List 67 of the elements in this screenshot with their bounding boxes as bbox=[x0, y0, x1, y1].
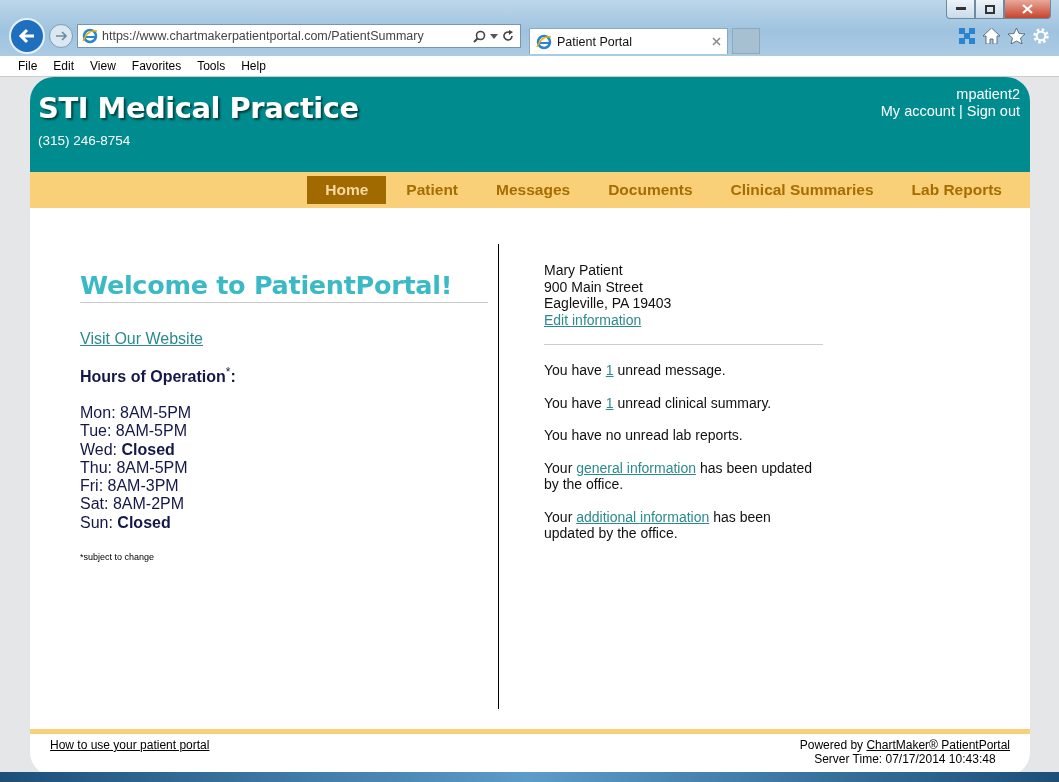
menu-item[interactable]: Help bbox=[233, 59, 274, 73]
search-icon[interactable] bbox=[473, 29, 486, 43]
hours-line: Thu: 8AM-5PM bbox=[80, 458, 189, 478]
sign-out-link[interactable]: Sign out bbox=[966, 103, 1020, 119]
nav-tab[interactable]: Clinical Summaries bbox=[712, 176, 892, 204]
nav-tab[interactable]: Lab Reports bbox=[893, 176, 1020, 204]
account-link[interactable]: My account bbox=[880, 103, 955, 119]
street-address: 900 Main Street bbox=[544, 278, 644, 295]
tab-title: Patient Portal bbox=[557, 34, 634, 49]
practice-name: STI Medical Practice bbox=[38, 91, 359, 125]
notice-link[interactable]: additional information bbox=[576, 508, 710, 525]
hours-heading: Hours of Operation$^{*}$: bbox=[80, 368, 237, 386]
star-icon[interactable] bbox=[1008, 28, 1025, 44]
maximize-button[interactable] bbox=[975, 0, 1004, 19]
menu-item[interactable]: Edit bbox=[45, 59, 83, 73]
minimize-button[interactable] bbox=[946, 0, 975, 19]
notice-link[interactable]: 1 bbox=[605, 362, 614, 378]
menu-item[interactable]: Favorites bbox=[123, 59, 190, 73]
notice-text: You have no unread lab reports. bbox=[544, 427, 744, 444]
notice-text: Your additional information has been updated by the office. bbox=[544, 508, 772, 542]
welcome-heading: Welcome to PatientPortal! bbox=[80, 270, 488, 303]
server-time: Server Time: 07/17/2014 10:43:48 bbox=[813, 752, 997, 766]
minimize-icon bbox=[955, 7, 966, 11]
separator: | bbox=[958, 103, 963, 119]
refresh-icon[interactable] bbox=[502, 30, 514, 42]
hours-line: Wed: Closed bbox=[80, 440, 176, 459]
close-tab-icon[interactable] bbox=[712, 37, 721, 46]
city-state-zip: Eagleville, PA 19403 bbox=[544, 295, 673, 312]
hours-line: Sun: Closed bbox=[80, 513, 172, 533]
menu-item[interactable]: View bbox=[82, 59, 124, 73]
notice-link[interactable]: general information bbox=[576, 459, 697, 476]
address-bar[interactable]: https://www.chartmakerpatientportal.com/PatientSummary bbox=[77, 24, 521, 48]
browser-tab[interactable]: Patient Portal bbox=[529, 28, 728, 54]
back-arrow-icon bbox=[18, 28, 36, 44]
menu-item[interactable]: File bbox=[10, 59, 46, 73]
phone-number: (315) 246-8754 bbox=[38, 133, 132, 148]
hours-line: Mon: 8AM-5PM bbox=[80, 404, 193, 423]
nav-tab[interactable]: Patient bbox=[388, 176, 477, 204]
patient-name: Mary Patient bbox=[544, 262, 624, 279]
maximize-icon bbox=[984, 4, 995, 14]
notice-link[interactable]: 1 bbox=[605, 394, 614, 411]
hours-line: Tue: 8AM-5PM bbox=[80, 422, 188, 441]
dropdown-icon[interactable] bbox=[490, 33, 498, 39]
powered-by-text: Powered by ChartMaker® PatientPortal bbox=[799, 738, 1010, 752]
menu-item[interactable]: Tools bbox=[189, 59, 234, 73]
footnote: *subject to change bbox=[80, 552, 156, 563]
url-text: https://www.chartmakerpatientportal.com/PatientSummary bbox=[102, 29, 425, 43]
website-link[interactable]: Visit Our Website bbox=[80, 330, 203, 348]
close-icon bbox=[1022, 4, 1033, 14]
notice-text: You have 1 unread clinical summary. bbox=[544, 394, 773, 411]
nav-tab[interactable]: Home bbox=[307, 176, 387, 204]
hours-line: Fri: 8AM-3PM bbox=[80, 477, 180, 496]
notice-text: Your general information has been updated by the office. bbox=[544, 459, 814, 493]
edit-information-link[interactable]: Edit information bbox=[544, 311, 642, 328]
username: mpatient2 bbox=[955, 86, 1020, 103]
home-icon[interactable] bbox=[983, 28, 1000, 44]
hours-line: Sat: 8AM-2PM bbox=[80, 495, 186, 514]
notice-text: You have 1 unread message. bbox=[544, 362, 727, 379]
nav-tab[interactable]: Documents bbox=[590, 176, 711, 204]
browser-logo-icon bbox=[82, 28, 98, 44]
forward-arrow-icon bbox=[55, 31, 67, 41]
close-button[interactable] bbox=[1004, 0, 1051, 19]
nav-tab[interactable]: Messages bbox=[478, 176, 589, 204]
product-link[interactable]: ChartMaker® PatientPortal bbox=[866, 738, 1010, 752]
browser-logo-icon bbox=[536, 33, 552, 50]
help-link[interactable]: How to use your patient portal bbox=[50, 738, 210, 752]
back-button[interactable] bbox=[9, 18, 45, 54]
